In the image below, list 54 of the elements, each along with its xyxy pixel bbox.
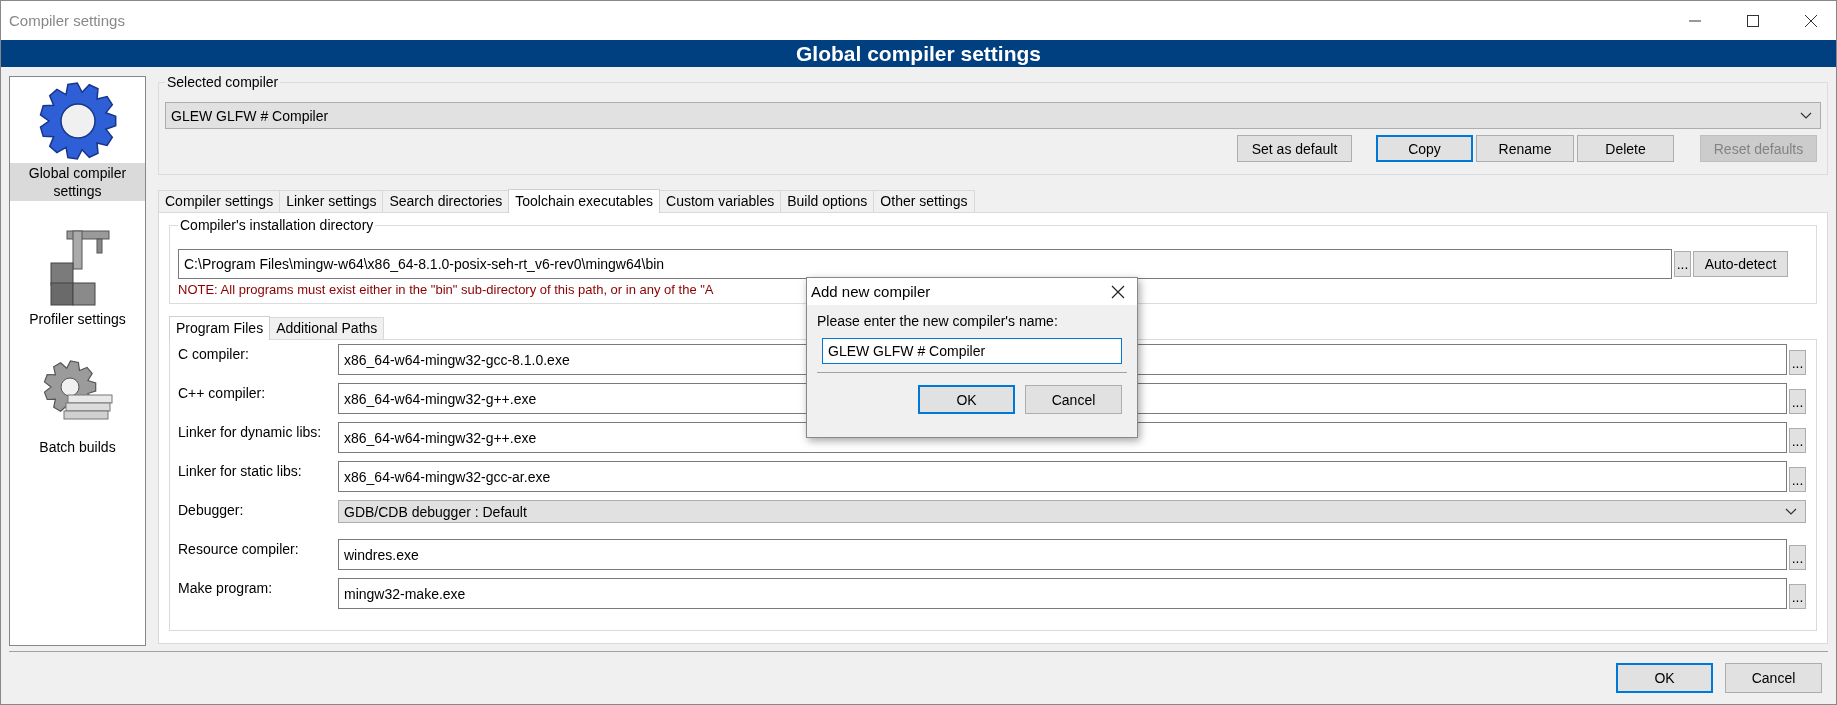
close-icon <box>1804 13 1818 28</box>
gear-icon <box>37 81 118 161</box>
tab[interactable]: Additional Paths <box>269 317 385 339</box>
tab[interactable]: Build options <box>780 190 875 212</box>
tab[interactable]: Compiler settings <box>158 190 281 212</box>
field-label: Debugger: <box>178 501 245 518</box>
browse-button[interactable]: ... <box>1789 350 1806 375</box>
dialog-button[interactable]: OK <box>1616 663 1713 693</box>
chevron-icon <box>1785 507 1797 516</box>
minimize-icon <box>1688 19 1702 22</box>
note-text: NOTE: All programs must exist either in the "bin" sub-directory of this path, or in any of the "A <box>178 282 714 297</box>
tab[interactable]: Toolchain executables <box>508 189 661 213</box>
browse-button[interactable]: ... <box>1674 251 1691 277</box>
group-label: Selected compiler <box>166 74 280 90</box>
path-field[interactable]: x86_64-w64-mingw32-gcc-ar.exe <box>338 461 1787 492</box>
compiler-dropdown[interactable]: GLEW GLFW # Compiler <box>165 102 1821 129</box>
path-field[interactable]: mingw32-make.exe <box>338 578 1787 609</box>
field-label: Linker for static libs: <box>178 462 303 479</box>
browse-button[interactable]: ... <box>1789 545 1806 570</box>
browse-button[interactable]: ... <box>1789 584 1806 609</box>
group-label: Compiler's installation directory <box>179 217 375 233</box>
field-label: C compiler: <box>178 345 250 362</box>
dialog-button[interactable]: Cancel <box>1025 385 1122 414</box>
window-title: Compiler settings <box>9 12 125 29</box>
close-icon[interactable] <box>1111 284 1125 299</box>
field-label: C++ compiler: <box>178 384 267 401</box>
maximize-icon <box>1746 13 1760 28</box>
action-button[interactable]: Set as default <box>1237 135 1352 162</box>
prompt-text: Please enter the new compiler's name: <box>817 313 1059 329</box>
dialog-button[interactable]: OK <box>918 385 1015 414</box>
browse-button[interactable]: ... <box>1789 467 1806 492</box>
action-button[interactable]: Delete <box>1577 135 1674 162</box>
action-button[interactable]: Rename <box>1476 135 1574 162</box>
sidebar-item[interactable]: Batch builds <box>36 437 119 457</box>
chevron-icon <box>1800 111 1812 120</box>
field-label: Resource compiler: <box>178 540 300 557</box>
field-label: Make program: <box>178 579 274 596</box>
browse-button[interactable]: ... <box>1789 428 1806 453</box>
path-field[interactable]: windres.exe <box>338 539 1787 570</box>
tab[interactable]: Program Files <box>169 316 271 340</box>
field-label: Linker for dynamic libs: <box>178 423 323 440</box>
auto-detect-button[interactable]: Auto-detect <box>1693 251 1788 277</box>
tab[interactable]: Linker settings <box>279 190 384 212</box>
path-field[interactable]: C:\Program Files\mingw-w64\x86_64-8.1.0-posix-seh-rt_v6-rev0\mingw64\bin <box>178 249 1672 279</box>
header-title: Global compiler settings <box>1 40 1836 67</box>
dialog-button[interactable]: Cancel <box>1725 663 1822 693</box>
dialog-title: Add new compiler <box>811 283 931 300</box>
browse-button[interactable]: ... <box>1789 389 1806 414</box>
action-button[interactable]: Copy <box>1376 135 1473 162</box>
sidebar-item[interactable]: Global compiler settings <box>10 163 145 201</box>
name-field[interactable]: GLEW GLFW # Compiler <box>822 338 1122 364</box>
sidebar-item[interactable]: Profiler settings <box>26 309 129 329</box>
debugger-dropdown[interactable]: GDB/CDB debugger : Default <box>338 500 1806 523</box>
tab[interactable]: Other settings <box>873 190 975 212</box>
